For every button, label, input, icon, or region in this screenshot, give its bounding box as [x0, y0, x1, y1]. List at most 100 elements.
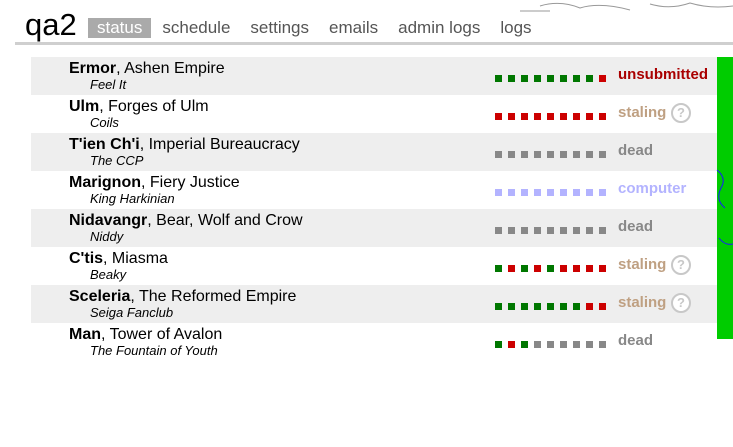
nation-row: T'ien Ch'i, Imperial Bureaucracy The CCP d… — [31, 133, 717, 171]
turn-square — [547, 189, 554, 196]
turn-square — [547, 151, 554, 158]
turn-history — [495, 75, 606, 82]
turn-square — [508, 341, 515, 348]
player-name: Beaky — [90, 267, 127, 282]
nation-name: Ermor — [69, 60, 117, 77]
turn-square — [573, 341, 580, 348]
player-name: The Fountain of Youth — [90, 343, 218, 358]
turn-square — [586, 75, 593, 82]
nation-line: Ulm, Forges of Ulm — [69, 97, 209, 116]
header: qa2 status schedule settings emails admi… — [0, 0, 733, 46]
turn-square — [495, 227, 502, 234]
turn-square — [560, 227, 567, 234]
turn-square — [534, 189, 541, 196]
turn-square — [560, 265, 567, 272]
turn-square — [599, 75, 606, 82]
turn-square — [534, 341, 541, 348]
turn-square — [521, 227, 528, 234]
turn-square — [547, 265, 554, 272]
turn-square — [547, 341, 554, 348]
nation-row: C'tis, Miasma Beaky staling? — [31, 247, 717, 285]
nation-line: Man, Tower of Avalon — [69, 325, 222, 344]
nation-name: Ulm — [69, 98, 100, 115]
nation-epithet: , Fiery Justice — [141, 174, 240, 191]
turn-square — [599, 303, 606, 310]
status-label: staling — [618, 256, 667, 273]
turn-square — [586, 303, 593, 310]
turn-square — [573, 151, 580, 158]
tab-admin-logs[interactable]: admin logs — [389, 18, 489, 38]
tab-logs[interactable]: logs — [491, 18, 540, 38]
help-icon[interactable]: ? — [671, 103, 691, 123]
tab-schedule[interactable]: schedule — [153, 18, 239, 38]
nation-epithet: , The Reformed Empire — [130, 288, 297, 305]
nation-epithet: , Forges of Ulm — [99, 98, 209, 115]
status-label: staling — [618, 294, 667, 311]
tab-settings[interactable]: settings — [241, 18, 318, 38]
turn-square — [560, 341, 567, 348]
player-name: Feel It — [90, 77, 127, 92]
turn-square — [495, 113, 502, 120]
help-icon[interactable]: ? — [671, 293, 691, 313]
turn-square — [495, 151, 502, 158]
nation-line: T'ien Ch'i, Imperial Bureaucracy — [69, 135, 300, 154]
turn-history — [495, 113, 606, 120]
turn-history — [495, 341, 606, 348]
turn-square — [586, 265, 593, 272]
turn-history — [495, 227, 606, 234]
turn-square — [547, 113, 554, 120]
turn-square — [534, 151, 541, 158]
turn-square — [547, 75, 554, 82]
nation-epithet: , Ashen Empire — [116, 60, 225, 77]
turn-square — [599, 265, 606, 272]
turn-square — [586, 151, 593, 158]
turn-square — [560, 75, 567, 82]
turn-square — [521, 75, 528, 82]
help-icon[interactable]: ? — [671, 255, 691, 275]
player-name: Coils — [90, 115, 119, 130]
nation-epithet: , Imperial Bureaucracy — [139, 136, 300, 153]
nation-name: Sceleria — [69, 288, 131, 305]
turn-square — [508, 151, 515, 158]
turn-square — [573, 113, 580, 120]
nation-row: Ulm, Forges of Ulm Coils staling? — [31, 95, 717, 133]
turn-square — [599, 227, 606, 234]
header-divider — [15, 42, 733, 45]
turn-square — [495, 265, 502, 272]
status-label: dead — [618, 332, 654, 349]
turn-square — [508, 189, 515, 196]
turn-square — [560, 189, 567, 196]
turn-square — [599, 341, 606, 348]
turn-square — [547, 227, 554, 234]
turn-square — [521, 265, 528, 272]
progress-bar-decoration — [716, 169, 733, 245]
turn-square — [534, 113, 541, 120]
turn-square — [521, 341, 528, 348]
nation-line: Nidavangr, Bear, Wolf and Crow — [69, 211, 303, 230]
nation-line: Ermor, Ashen Empire — [69, 59, 225, 78]
nation-status-list: Ermor, Ashen Empire Feel It unsubmitted Ulm… — [31, 57, 717, 361]
turn-square — [521, 113, 528, 120]
turn-square — [586, 227, 593, 234]
player-name: Niddy — [90, 229, 124, 244]
turn-square — [508, 113, 515, 120]
turn-square — [573, 265, 580, 272]
nation-line: Marignon, Fiery Justice — [69, 173, 240, 192]
nation-epithet: , Tower of Avalon — [101, 326, 223, 343]
turn-square — [534, 75, 541, 82]
turn-square — [495, 75, 502, 82]
turn-square — [534, 303, 541, 310]
tab-emails[interactable]: emails — [320, 18, 387, 38]
nation-name: Marignon — [69, 174, 141, 191]
turn-square — [573, 227, 580, 234]
nation-name: T'ien Ch'i — [69, 136, 140, 153]
turn-history — [495, 303, 606, 310]
status-label: dead — [618, 218, 654, 235]
header-decoration — [520, 2, 733, 12]
nation-row: Sceleria, The Reformed Empire Seiga Fancl… — [31, 285, 717, 323]
status-label: computer — [618, 180, 687, 197]
turn-square — [495, 303, 502, 310]
turn-square — [560, 113, 567, 120]
tab-status[interactable]: status — [88, 18, 152, 38]
nation-row: Man, Tower of Avalon The Fountain of Yout… — [31, 323, 717, 361]
